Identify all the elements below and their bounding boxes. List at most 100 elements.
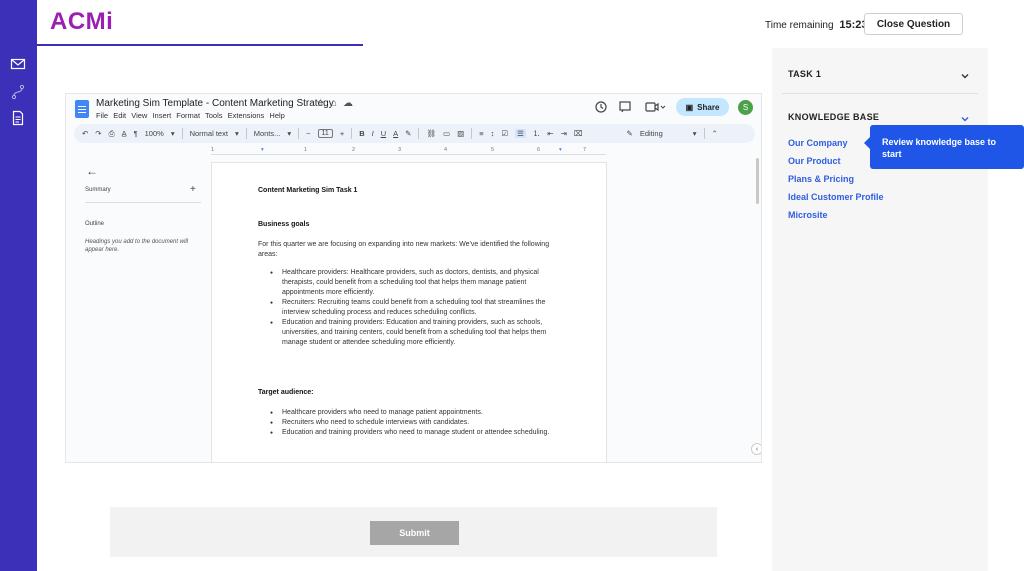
insert-comment-icon[interactable]: ▭ (443, 129, 450, 138)
style-select[interactable]: Normal text (190, 129, 228, 138)
spellcheck-icon[interactable]: A̲ (122, 129, 127, 138)
kb-link-ideal-customer-profile[interactable]: Ideal Customer Profile (788, 192, 884, 202)
chevron-left-icon[interactable]: ‹ (751, 443, 761, 455)
document-page[interactable]: Content Marketing Sim Task 1 Business go… (211, 162, 607, 462)
lock-icon: ▣ (685, 102, 694, 112)
cloud-icon[interactable]: ☁ (343, 98, 359, 109)
ruler-number: 2 (352, 147, 356, 153)
font-select[interactable]: Monts... (254, 129, 281, 138)
list-item: Healthcare providers: Healthcare provide… (258, 268, 568, 298)
chevron-down-icon[interactable]: ▾ (693, 129, 697, 138)
menu-format[interactable]: Format (176, 111, 200, 120)
doc-menu-bar: File Edit View Insert Format Tools Exten… (96, 111, 285, 120)
menu-view[interactable]: View (131, 111, 147, 120)
bullet-list-icon[interactable]: ☰ (515, 129, 526, 138)
add-summary-icon[interactable]: + (190, 184, 196, 195)
star-icon[interactable]: ☆ (316, 98, 331, 109)
zoom-select[interactable]: 100% (145, 129, 164, 138)
text-color-icon[interactable]: A (393, 129, 398, 138)
doc-toolbar: ↶ ↷ ⎙ A̲ ¶ 100% ▾ Normal text ▾ Monts...… (74, 124, 755, 143)
summary-divider (85, 202, 201, 203)
submit-button[interactable]: Submit (370, 521, 459, 545)
italic-icon[interactable]: I (372, 129, 374, 138)
checklist-icon[interactable]: ☑ (501, 129, 508, 138)
chevron-up-icon[interactable]: ⌃ (712, 129, 718, 138)
list-item: Education and training providers: Educat… (258, 318, 568, 348)
chevron-down-icon[interactable] (960, 68, 970, 79)
menu-extensions[interactable]: Extensions (228, 111, 265, 120)
right-margin (988, 0, 1024, 571)
menu-help[interactable]: Help (269, 111, 284, 120)
doc-title[interactable]: Marketing Sim Template - Content Marketi… (96, 98, 334, 109)
menu-insert[interactable]: Insert (152, 111, 171, 120)
chevron-down-icon: ▾ (287, 129, 292, 138)
highlight-icon[interactable]: ✎ (405, 129, 411, 138)
knowledge-base-title[interactable]: KNOWLEDGE BASE (788, 112, 879, 122)
history-icon[interactable] (594, 100, 608, 114)
indent-increase-icon[interactable]: ⇥ (561, 129, 567, 138)
docs-logo-icon (75, 100, 89, 118)
print-icon[interactable]: ⎙ (109, 129, 115, 139)
chevron-down-icon[interactable] (960, 111, 970, 122)
horizontal-ruler: 1 ▾ 1 2 3 4 5 6 ▾ 7 (211, 147, 606, 155)
kb-link-our-product[interactable]: Our Product (788, 156, 841, 166)
chevron-down-icon: ▾ (170, 129, 175, 138)
increase-font-icon[interactable]: + (340, 129, 344, 138)
decrease-font-icon[interactable]: − (306, 129, 310, 138)
doc-heading: Content Marketing Sim Task 1 (258, 187, 358, 194)
progress-line (37, 44, 363, 46)
document-icon[interactable] (10, 110, 26, 126)
ruler-number: 7 (583, 147, 587, 153)
kb-tooltip: Review knowledge base to start (864, 125, 1024, 169)
goals-text: For this quarter we are focusing on expa… (258, 241, 550, 258)
share-label: Share (697, 102, 720, 112)
meet-icon[interactable] (644, 100, 666, 114)
ruler-number: 1 (211, 147, 215, 153)
image-icon[interactable]: ▨ (457, 129, 464, 138)
bold-icon[interactable]: B (359, 129, 364, 138)
audience-list: Healthcare providers who need to manage … (258, 408, 568, 438)
kb-link-our-company[interactable]: Our Company (788, 138, 848, 148)
line-spacing-icon[interactable]: ↕ (491, 129, 495, 138)
toolbar-divider (351, 128, 353, 139)
ruler-number: 3 (398, 147, 402, 153)
menu-file[interactable]: File (96, 111, 108, 120)
kb-link-plans-pricing[interactable]: Plans & Pricing (788, 174, 854, 184)
numbered-list-icon[interactable]: ⒈ (533, 128, 541, 139)
left-rail (0, 0, 37, 571)
mail-icon[interactable] (10, 56, 26, 72)
redo-icon[interactable]: ↷ (95, 129, 101, 138)
toolbar-divider (471, 128, 473, 139)
undo-icon[interactable]: ↶ (82, 129, 88, 138)
account-avatar[interactable]: S (738, 100, 753, 115)
goals-list: Healthcare providers: Healthcare provide… (258, 268, 568, 348)
pencil-icon: ✎ (626, 129, 633, 138)
time-remaining-label: Time remaining (765, 20, 834, 31)
menu-edit[interactable]: Edit (113, 111, 126, 120)
task-title[interactable]: TASK 1 (788, 69, 821, 79)
align-icon[interactable]: ≡ (479, 129, 483, 138)
route-icon[interactable] (10, 84, 26, 100)
font-size-input[interactable]: 11 (317, 129, 333, 138)
close-question-button[interactable]: Close Question (864, 13, 963, 35)
kb-link-microsite[interactable]: Microsite (788, 210, 828, 220)
ruler-number: 1 (304, 147, 308, 153)
paint-format-icon[interactable]: ¶ (134, 129, 138, 138)
indent-decrease-icon[interactable]: ⇤ (547, 129, 553, 138)
move-icon[interactable]: ⌂ (331, 98, 343, 109)
comment-icon[interactable] (618, 100, 632, 114)
mode-select[interactable]: Editing (640, 129, 663, 138)
ruler-number: 6 (537, 147, 541, 153)
underline-icon[interactable]: U (381, 129, 386, 138)
back-arrow-icon[interactable]: ← (86, 164, 98, 178)
ruler-right-marker[interactable]: ▾ (559, 147, 562, 153)
toolbar-divider (298, 128, 300, 139)
link-icon[interactable]: ⛓ (426, 129, 436, 138)
menu-tools[interactable]: Tools (205, 111, 223, 120)
chevron-down-icon: ▾ (234, 129, 239, 138)
ruler-indent-marker[interactable]: ▾ (261, 147, 264, 153)
share-button[interactable]: ▣ Share (676, 98, 729, 116)
clear-format-icon[interactable]: ⌧ (574, 129, 583, 138)
doc-scrollbar[interactable] (756, 158, 759, 204)
summary-label: Summary (85, 187, 111, 193)
